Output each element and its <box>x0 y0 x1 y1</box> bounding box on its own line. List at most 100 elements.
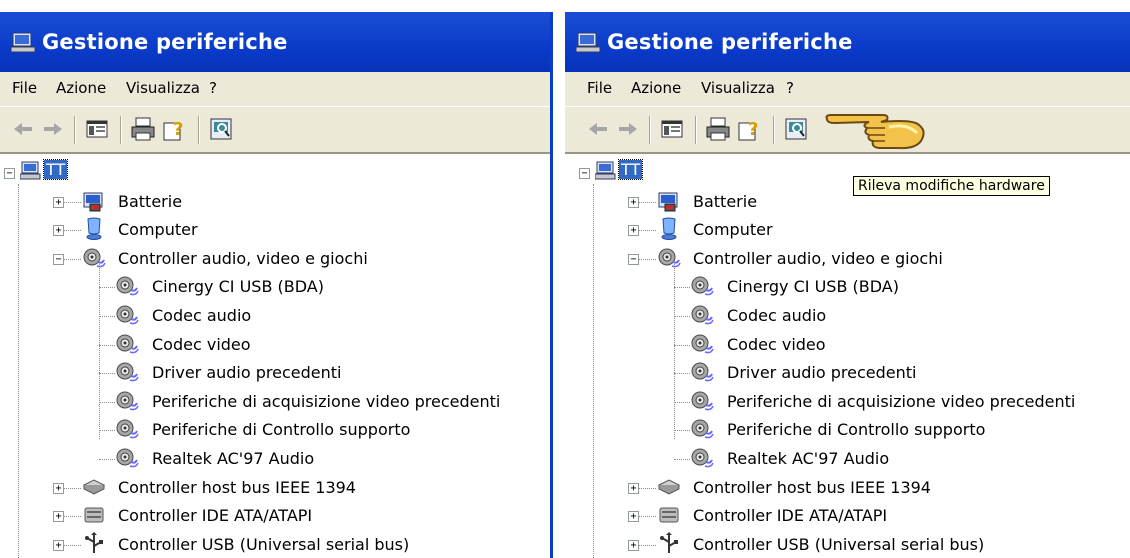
menu-file[interactable]: File <box>12 79 37 97</box>
menu-visualizza[interactable]: Visualizza <box>701 79 775 97</box>
tree-item-label: Codec audio <box>727 306 827 325</box>
tree-category[interactable]: − Controller audio, video e giochi <box>565 246 1105 272</box>
ieee1394-icon <box>657 475 681 499</box>
tree-guide-line <box>64 516 81 518</box>
print-icon[interactable] <box>128 115 158 143</box>
back-arrow-icon[interactable] <box>8 115 38 143</box>
tree-category[interactable]: + Batterie <box>0 189 540 215</box>
tree-device[interactable]: Periferiche di acquisizione video preced… <box>0 389 540 415</box>
collapse-toggle[interactable]: − <box>579 168 590 179</box>
title-bar: Gestione periferiche <box>565 12 1130 72</box>
collapse-toggle[interactable]: − <box>53 253 64 265</box>
show-hide-tree-icon[interactable] <box>82 115 112 143</box>
tree-item-label: Controller audio, video e giochi <box>693 248 943 268</box>
expand-toggle[interactable]: + <box>628 225 639 237</box>
tree-guide-line <box>99 459 115 460</box>
computer-icon <box>575 32 601 53</box>
speaker-icon <box>82 246 106 270</box>
toolbar-separator <box>695 116 697 144</box>
forward-arrow-icon[interactable] <box>38 115 68 143</box>
scan-hardware-icon[interactable] <box>206 115 236 143</box>
tree-root[interactable]: − TT <box>0 159 540 186</box>
expand-toggle[interactable]: + <box>628 482 639 494</box>
tree-device[interactable]: Periferiche di Controllo supporto <box>0 417 540 443</box>
tree-guide-line <box>64 230 81 232</box>
expand-toggle[interactable]: + <box>53 225 64 237</box>
menu-bar: File Azione Visualizza ? <box>0 72 553 107</box>
tree-guide-line <box>64 258 81 260</box>
properties-help-icon[interactable]: ? <box>160 115 190 143</box>
tree-category[interactable]: + Controller IDE ATA/ATAPI <box>565 503 1105 529</box>
tree-device[interactable]: Periferiche di Controllo supporto <box>565 417 1105 443</box>
tree-device[interactable]: Codec audio <box>0 303 540 329</box>
tree-root-label: TT <box>42 159 69 180</box>
menu-azione[interactable]: Azione <box>631 79 681 97</box>
tree-category[interactable]: + Controller IDE ATA/ATAPI <box>0 503 540 529</box>
speaker-icon <box>690 274 714 298</box>
expand-toggle[interactable]: + <box>53 482 64 494</box>
menu-azione[interactable]: Azione <box>56 79 106 97</box>
tree-item-label: Realtek AC'97 Audio <box>152 449 315 468</box>
forward-arrow-icon[interactable] <box>613 115 643 143</box>
tree-item-label: Realtek AC'97 Audio <box>727 449 890 468</box>
collapse-toggle[interactable]: − <box>4 168 15 179</box>
print-icon[interactable] <box>703 115 733 143</box>
tree-device[interactable]: Realtek AC'97 Audio <box>0 446 540 472</box>
tree-item-label: Controller audio, video e giochi <box>118 248 368 268</box>
tree-root-label: TT <box>617 159 644 180</box>
collapse-toggle[interactable]: − <box>628 253 639 265</box>
device-manager-window-right: Gestione periferiche File Azione Visuali… <box>565 0 1130 558</box>
tree-guide-line <box>64 487 81 489</box>
back-arrow-icon[interactable] <box>583 115 613 143</box>
menu-help[interactable]: ? <box>786 79 794 97</box>
menu-help[interactable]: ? <box>209 79 217 97</box>
expand-toggle[interactable]: + <box>53 196 64 208</box>
tree-guide-line <box>674 373 690 375</box>
scan-hardware-icon[interactable] <box>781 115 811 143</box>
tree-device[interactable]: Driver audio precedenti <box>0 360 540 386</box>
tree-guide-line <box>99 344 115 346</box>
expand-toggle[interactable]: + <box>53 539 64 551</box>
tree-device[interactable]: Driver audio precedenti <box>565 360 1105 386</box>
tree-device[interactable]: Cinergy CI USB (BDA) <box>0 274 540 300</box>
expand-toggle[interactable]: + <box>628 196 639 208</box>
tree-item-label: Driver audio precedenti <box>152 363 342 383</box>
expand-toggle[interactable]: + <box>628 539 639 551</box>
tree-category[interactable]: + Controller host bus IEEE 1394 <box>0 475 540 501</box>
tree-category[interactable]: + Computer <box>565 217 1105 243</box>
expand-toggle[interactable]: + <box>628 511 639 523</box>
menu-visualizza[interactable]: Visualizza <box>126 79 200 97</box>
tree-device[interactable]: Codec video <box>0 332 540 358</box>
properties-help-icon[interactable]: ? <box>735 115 765 143</box>
tree-guide-line <box>639 544 656 546</box>
tree-item-label: Controller IDE ATA/ATAPI <box>693 506 888 526</box>
svg-text:?: ? <box>748 119 758 140</box>
tree-device[interactable]: Realtek AC'97 Audio <box>565 446 1105 472</box>
tree-category[interactable]: − Controller audio, video e giochi <box>0 246 540 272</box>
tree-category[interactable]: + Controller USB (Universal serial bus) <box>565 531 1105 558</box>
tree-category[interactable]: + Controller USB (Universal serial bus) <box>0 531 540 558</box>
tree-device[interactable]: Codec audio <box>565 303 1105 329</box>
tree-device[interactable]: Cinergy CI USB (BDA) <box>565 274 1105 300</box>
expand-toggle[interactable]: + <box>53 511 64 523</box>
window-title: Gestione periferiche <box>42 30 288 54</box>
tree-category[interactable]: + Controller host bus IEEE 1394 <box>565 475 1105 501</box>
battery-icon <box>82 189 106 213</box>
speaker-icon <box>115 360 139 384</box>
tree-guide-line <box>674 287 690 289</box>
tree-device[interactable]: Periferiche di acquisizione video preced… <box>565 389 1105 415</box>
speaker-icon <box>690 446 714 470</box>
menu-bar: File Azione Visualizza ? <box>565 72 1130 107</box>
tree-device[interactable]: Codec video <box>565 332 1105 358</box>
tree-item-label: Controller host bus IEEE 1394 <box>118 477 356 497</box>
speaker-icon <box>115 446 139 470</box>
speaker-icon <box>115 332 139 356</box>
menu-file[interactable]: File <box>587 79 612 97</box>
show-hide-tree-icon[interactable] <box>657 115 687 143</box>
tree-item-label: Controller host bus IEEE 1394 <box>693 477 931 497</box>
device-tree: − TT + Batterie + Computer − Controller audio, … <box>0 154 553 558</box>
tree-category[interactable]: + Computer <box>0 217 540 243</box>
title-bar: Gestione periferiche <box>0 12 553 72</box>
tree-item-label: Codec audio <box>152 306 252 325</box>
computer-icon <box>594 160 619 184</box>
